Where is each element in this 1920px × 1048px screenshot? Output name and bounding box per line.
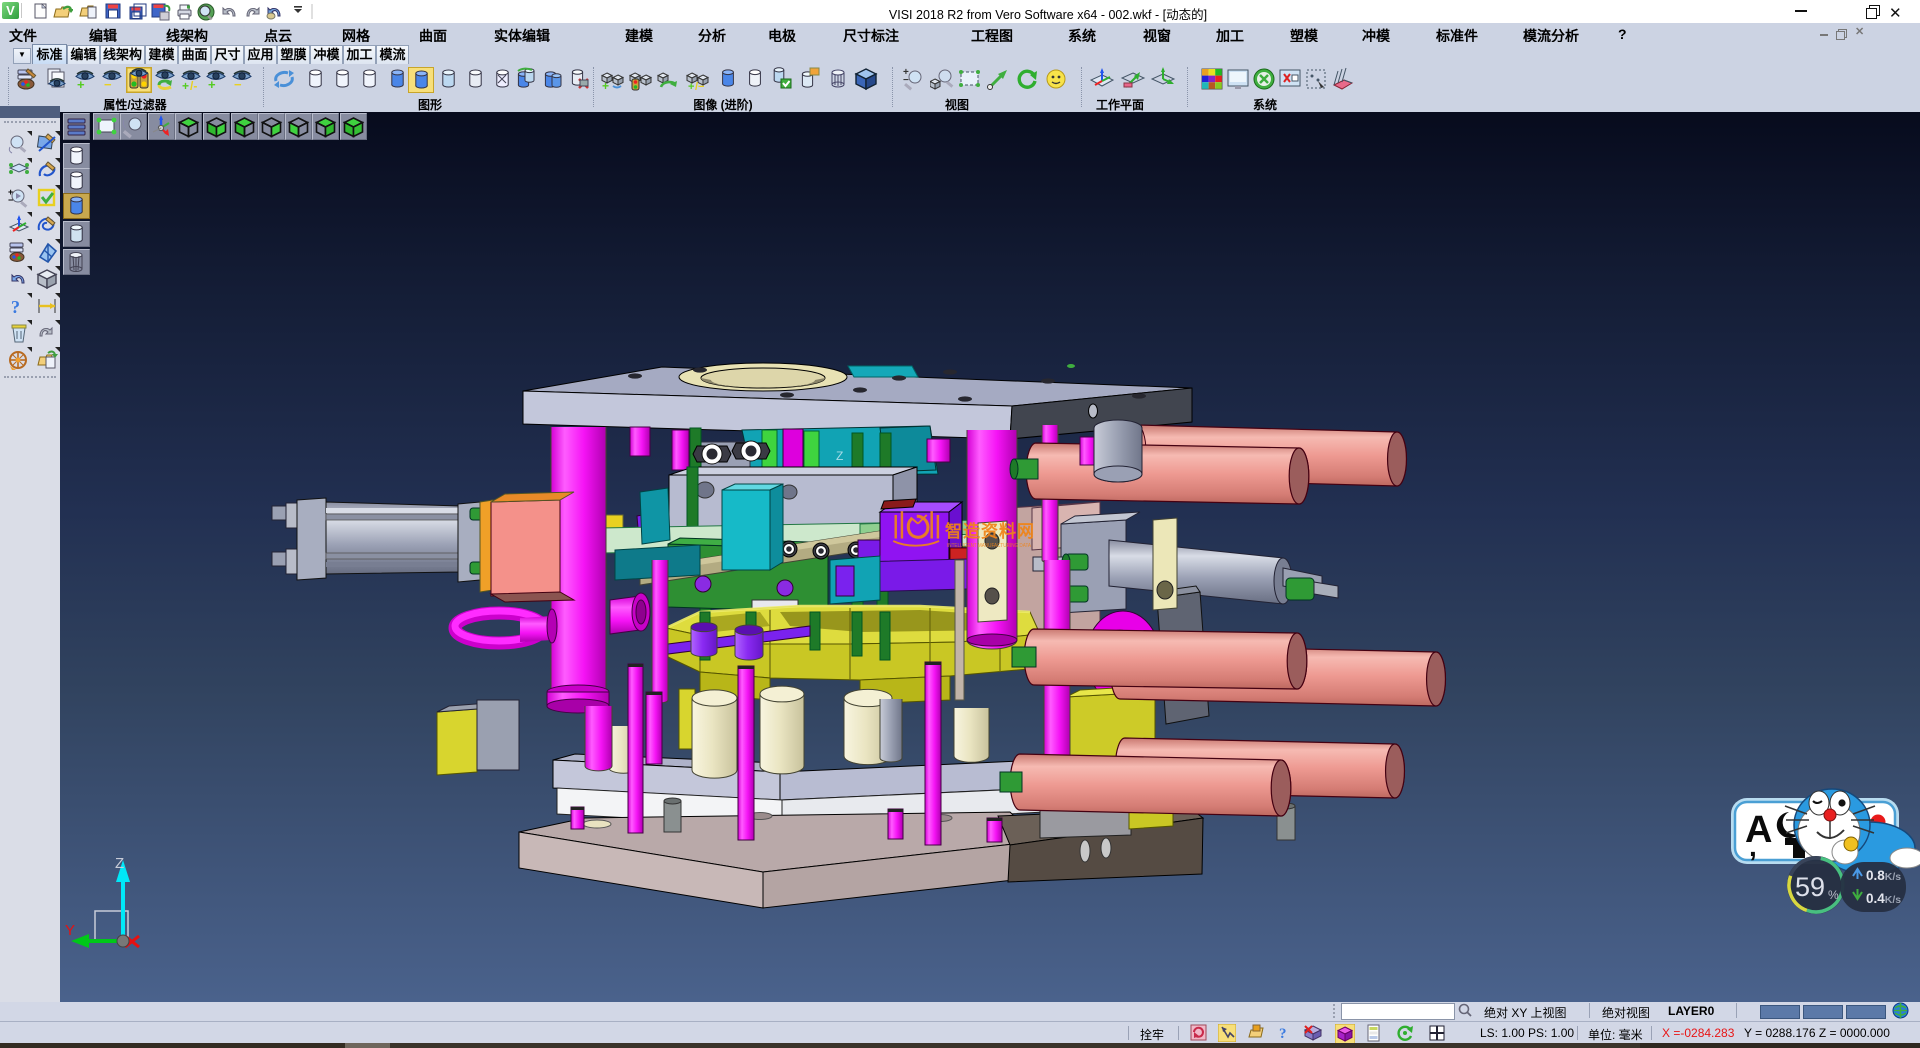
svg-text:,: , (1749, 831, 1757, 862)
svg-text:智造资料网: 智造资料网 (945, 521, 1035, 541)
svg-text:−: − (104, 77, 112, 91)
svg-text:/-: /- (190, 79, 197, 91)
svg-text:+: + (182, 79, 189, 91)
svg-text:+: + (688, 81, 694, 91)
svg-text:−: − (8, 195, 13, 205)
svg-text:59: 59 (1795, 872, 1825, 902)
svg-text:%: % (1828, 888, 1839, 902)
svg-text:Y: Y (65, 922, 75, 939)
svg-text:Z: Z (836, 449, 843, 463)
svg-text:?: ? (1279, 1026, 1287, 1041)
svg-text:Z: Z (115, 855, 124, 872)
svg-text:+: + (602, 79, 609, 91)
svg-text:−: − (903, 75, 909, 86)
svg-text:INTELLIGENT MANUFACTURING DATA: INTELLIGENT MANUFACTURING DATA (947, 543, 1031, 549)
svg-text:/−: /− (695, 81, 704, 91)
svg-text:0.8K/s: 0.8K/s (1866, 868, 1901, 883)
svg-text:0.4K/s: 0.4K/s (1866, 891, 1901, 906)
svg-text:+: + (77, 77, 85, 91)
svg-text:−: − (234, 77, 242, 91)
svg-text:+: + (208, 77, 216, 91)
svg-text:?: ? (11, 297, 20, 317)
